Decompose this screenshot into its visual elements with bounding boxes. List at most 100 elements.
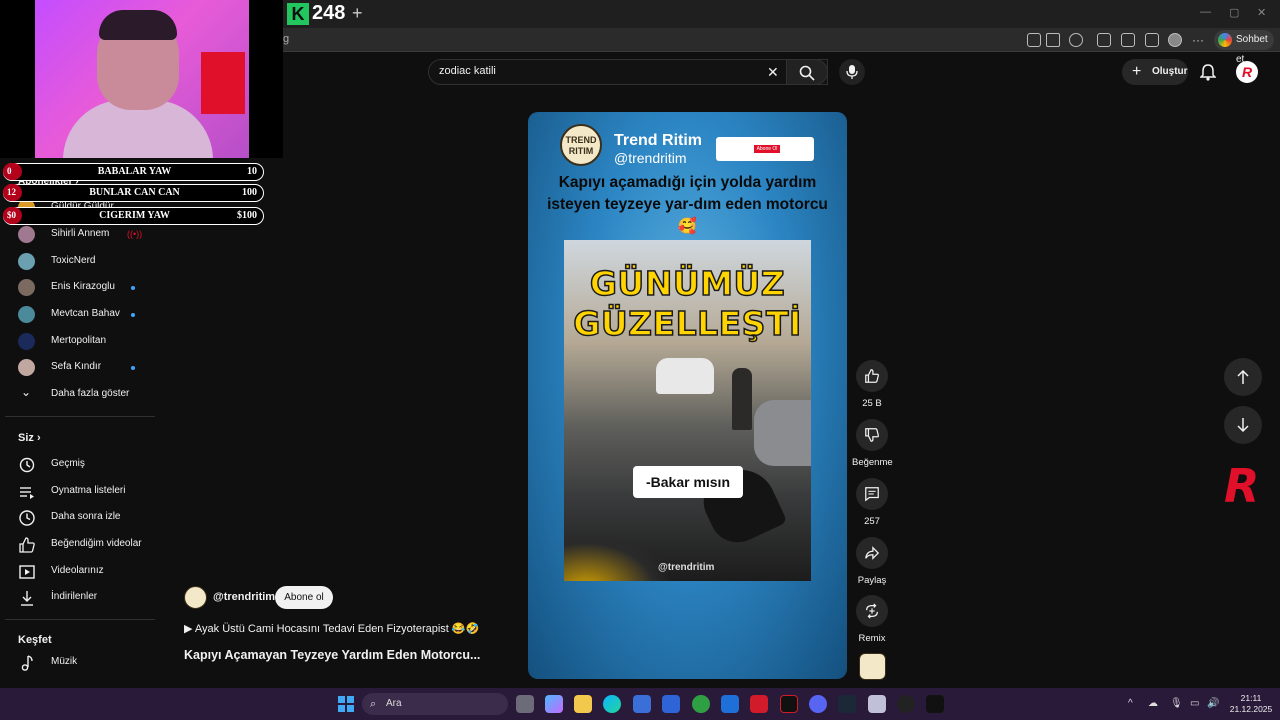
profile-icon[interactable] [1168, 33, 1182, 47]
subscribe-button[interactable]: Abone ol [275, 586, 333, 609]
maximize-icon[interactable]: ▢ [1229, 6, 1239, 19]
sidebar-subscription[interactable]: Enis Kirazoglu [18, 278, 158, 298]
windows-start-icon[interactable] [338, 696, 354, 712]
mail-icon[interactable] [721, 695, 739, 713]
grid-icon[interactable] [1027, 33, 1041, 47]
search-input[interactable] [439, 65, 759, 77]
like-button[interactable]: 25 B [852, 360, 892, 409]
sidebar-item-liked-videos[interactable]: Beğendiğim videolar [18, 535, 158, 555]
plus-icon: + [1132, 63, 1142, 80]
video-watermark: @trendritim [658, 562, 715, 573]
game-icon[interactable] [926, 695, 944, 713]
steam-icon[interactable] [838, 695, 856, 713]
sidebar-item-watch-later[interactable]: Daha sonra izle [18, 508, 158, 528]
taskbar-clock[interactable]: 21:11 21.12.2025 [1228, 693, 1274, 715]
vscode-icon[interactable] [662, 695, 680, 713]
search-box[interactable]: ✕ [428, 59, 828, 85]
clear-search-icon[interactable]: ✕ [767, 64, 779, 81]
youtube-music-icon[interactable] [750, 695, 768, 713]
sidebar-item-music[interactable]: Müzik [18, 653, 158, 673]
volume-icon[interactable]: 🔊 [1207, 698, 1219, 709]
short-title[interactable]: Kapıyı Açamayan Teyzeye Yardım Eden Moto… [184, 648, 480, 662]
subscription-name: Mevtcan Bahav [51, 308, 120, 319]
minimize-icon[interactable]: — [1200, 6, 1211, 18]
tray-chevron-up-icon[interactable]: ^ [1128, 698, 1133, 709]
sidebar-item-playlists[interactable]: Oynatma listeleri [18, 482, 158, 502]
channel-avatar [18, 226, 35, 243]
discord-icon[interactable] [809, 695, 827, 713]
sidebar-subscription[interactable]: ToxicNerd [18, 252, 158, 272]
create-button[interactable]: + Oluştur [1122, 59, 1188, 85]
thumbs-up-icon [19, 537, 35, 553]
refresh-icon[interactable] [1069, 33, 1083, 47]
notifications-bell-icon[interactable] [1200, 63, 1216, 81]
taskbar-search[interactable]: ⌕ Ara [362, 693, 508, 715]
obs-icon[interactable] [897, 695, 915, 713]
channel-avatar[interactable] [184, 586, 207, 609]
taskbar-search-placeholder: Ara [386, 698, 402, 709]
close-window-icon[interactable]: ✕ [1257, 6, 1266, 19]
task-view-icon[interactable] [516, 695, 534, 713]
file-explorer-icon[interactable] [574, 695, 592, 713]
sidebar-subscription[interactable]: Mevtcan Bahav [18, 305, 158, 325]
you-header[interactable]: Siz › [18, 432, 41, 444]
tray-app-icon[interactable]: ☁ [1148, 698, 1158, 709]
video-title-line2: GÜZELLEŞTİ [572, 303, 802, 344]
app-icon[interactable] [868, 695, 886, 713]
downloads-icon[interactable] [1145, 33, 1159, 47]
sidebar-subscription[interactable]: Sihirli Annem ((•)) [18, 225, 158, 245]
remix-button[interactable]: Remix [852, 595, 892, 644]
sidebar-item-label: Daha sonra izle [51, 511, 121, 522]
video-frame: GÜNÜMÜZ GÜZELLEŞTİ -Bakar mısın @trendri… [564, 240, 811, 581]
favorite-star-icon[interactable] [1046, 33, 1060, 47]
sidebar-subscription[interactable]: Sefa Kındır [18, 358, 158, 378]
sidebar-item-label: Geçmiş [51, 458, 85, 469]
new-content-dot [131, 286, 135, 290]
shorts-video-player[interactable]: TREND RITIM Trend Ritim @trendritim Abon… [528, 112, 847, 679]
channel-avatar [18, 359, 35, 376]
channel-avatar [18, 306, 35, 323]
clock-icon [19, 510, 35, 526]
channel-handle[interactable]: @trendritim [213, 591, 275, 603]
copilot-chat-button[interactable]: Sohbet et [1214, 30, 1274, 65]
favorites-icon[interactable] [1121, 33, 1135, 47]
xbox-icon[interactable] [692, 695, 710, 713]
next-short-button[interactable] [1224, 406, 1262, 444]
sidebar-item-downloads[interactable]: İndirilenler [18, 588, 158, 608]
network-icon[interactable]: ▭ [1190, 698, 1199, 709]
goal-value: 10 [247, 166, 257, 177]
search-button[interactable] [786, 59, 828, 85]
comments-button[interactable]: 257 [852, 478, 892, 527]
you-header-label: Siz [18, 432, 34, 444]
goal-value: 100 [242, 187, 257, 198]
new-content-dot [131, 366, 135, 370]
music-icon [21, 655, 33, 671]
tab-counter[interactable]: 248 [312, 2, 345, 25]
remix-icon [866, 603, 878, 619]
share-button[interactable]: Paylaş [852, 537, 892, 586]
kick-logo-icon: K [287, 3, 309, 25]
new-tab-plus-icon[interactable]: + [352, 3, 363, 24]
channel-avatar [18, 279, 35, 296]
address-text[interactable]: g [283, 33, 289, 45]
audio-source-thumbnail[interactable] [859, 653, 886, 680]
copilot-icon[interactable] [545, 695, 563, 713]
store-icon[interactable] [633, 695, 651, 713]
sidebar-subscription[interactable]: Mertopolitan [18, 332, 158, 352]
sidebar-item-your-videos[interactable]: Videolarınız [18, 562, 158, 582]
turkish-flag [201, 52, 245, 114]
dislike-button[interactable]: Beğenme [852, 419, 893, 468]
voice-search-button[interactable] [839, 59, 865, 85]
microphone-icon [846, 65, 858, 79]
previous-short-button[interactable] [1224, 358, 1262, 396]
account-avatar[interactable]: R [1236, 61, 1258, 83]
related-video-link[interactable]: ▶ Ayak Üstü Cami Hocasını Tedavi Eden Fi… [184, 622, 479, 635]
sidebar-item-history[interactable]: Geçmiş [18, 455, 158, 475]
show-more-button[interactable]: ⌄ Daha fazla göster [18, 385, 158, 405]
more-options-icon[interactable]: ··· [1192, 33, 1204, 47]
tray-mic-icon[interactable]: 🎙 [1170, 698, 1183, 709]
motorcycle-handle [564, 530, 674, 581]
netflix-icon[interactable] [780, 695, 798, 713]
extensions-icon[interactable] [1097, 33, 1111, 47]
edge-browser-icon[interactable] [603, 695, 621, 713]
